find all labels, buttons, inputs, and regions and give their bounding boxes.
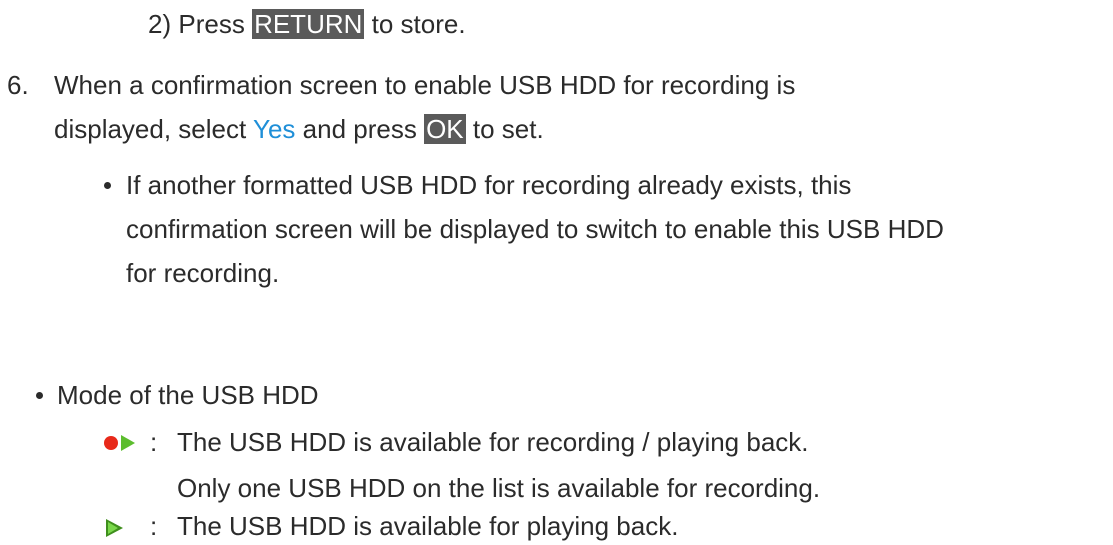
mode-item-1-line-2: Only one USB HDD on the list is availabl… bbox=[177, 473, 821, 503]
play-triangle-icon bbox=[121, 435, 135, 451]
ok-key-label: OK bbox=[424, 114, 466, 144]
mode-item-1-line-1: The USB HDD is available for recording /… bbox=[177, 427, 809, 457]
step-6-number: 6. bbox=[7, 70, 29, 100]
step-6-line-2-prefix: displayed, select bbox=[54, 114, 247, 144]
mode-section-title: Mode of the USB HDD bbox=[57, 380, 319, 410]
mode-item-2-line-1: The USB HDD is available for playing bac… bbox=[177, 511, 679, 541]
step-2-suffix: to store. bbox=[371, 9, 466, 39]
step-6-line-1: When a confirmation screen to enable USB… bbox=[54, 70, 796, 100]
step-2-press: Press bbox=[178, 9, 245, 39]
record-dot-icon bbox=[104, 436, 118, 450]
play-triangle-fill bbox=[108, 522, 118, 534]
step-2-line: 2) Press RETURN to store. bbox=[148, 6, 466, 43]
mode-item-1-separator: : bbox=[150, 427, 158, 457]
note-bullet bbox=[104, 182, 111, 189]
mode-item-2-separator: : bbox=[150, 511, 158, 541]
step-6-line-2-mid: and press bbox=[302, 114, 417, 144]
step-2-number: 2) bbox=[148, 9, 172, 39]
return-key-label: RETURN bbox=[252, 9, 365, 39]
step-6-line-2-suffix: to set. bbox=[472, 114, 544, 144]
note-line-2: confirmation screen will be displayed to… bbox=[126, 214, 944, 244]
note-line-3: for recording. bbox=[126, 258, 280, 288]
yes-option: Yes bbox=[253, 114, 296, 144]
note-line-1: If another formatted USB HDD for recordi… bbox=[126, 170, 852, 200]
mode-bullet bbox=[36, 392, 43, 399]
step-6-line-2: displayed, select Yes and press OK to se… bbox=[54, 111, 544, 148]
